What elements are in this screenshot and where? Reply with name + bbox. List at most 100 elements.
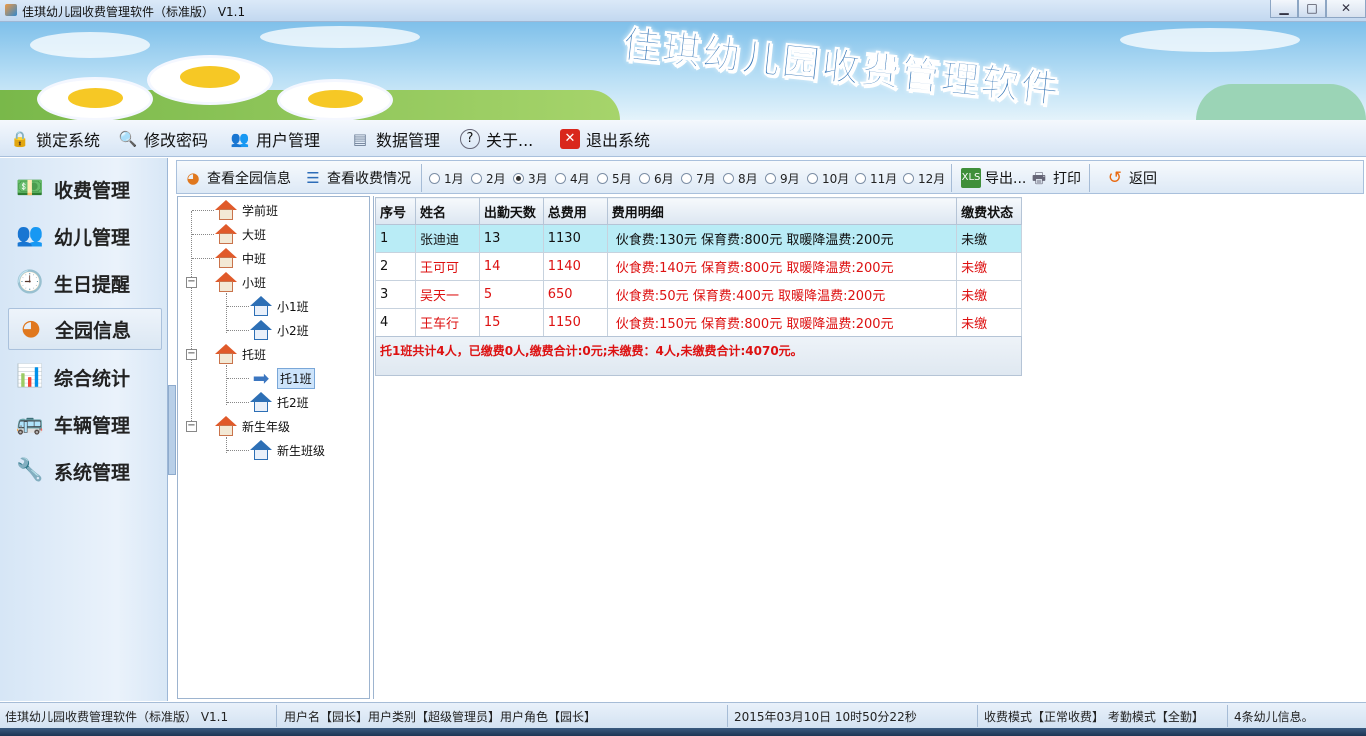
month-radio-6[interactable]: 6月	[639, 170, 674, 187]
tree-connector	[226, 293, 227, 333]
house-icon	[214, 271, 238, 293]
tree-node-middle[interactable]: 中班	[214, 247, 266, 269]
back-button[interactable]: ↺ 返回	[1105, 167, 1157, 189]
cloud	[30, 32, 150, 58]
tree-node-senior[interactable]: 大班	[214, 223, 266, 245]
tree-expander[interactable]: −	[186, 421, 197, 432]
tree-label: 小1班	[277, 299, 309, 314]
maximize-button[interactable]: □	[1298, 0, 1326, 18]
tree-expander[interactable]: −	[186, 349, 197, 360]
status-separator	[727, 705, 728, 727]
month-radio-4[interactable]: 4月	[555, 170, 590, 187]
month-radio-8[interactable]: 8月	[723, 170, 758, 187]
tree-node-junior-2[interactable]: 小2班	[249, 319, 309, 341]
cell-name: 王可可	[414, 252, 480, 281]
banner-title: 佳琪幼儿园收费管理软件	[620, 22, 1063, 112]
tree-node-nursery[interactable]: 托班	[214, 343, 266, 365]
nav-school-info[interactable]: ◕ 全园信息	[8, 308, 162, 350]
arrow-right-icon: ➡	[252, 366, 270, 390]
house-icon	[249, 439, 273, 461]
column-header[interactable]: 姓名	[414, 197, 480, 225]
tree-node-preschool[interactable]: 学前班	[214, 199, 278, 221]
print-button[interactable]: 🖶 打印	[1029, 167, 1081, 189]
column-header[interactable]: 出勤天数	[478, 197, 544, 225]
nav-child-management[interactable]: 👥 幼儿管理	[8, 215, 162, 257]
nav-fee-management[interactable]: 💵 收费管理	[8, 168, 162, 210]
tree-node-junior[interactable]: 小班	[214, 271, 266, 293]
panel-splitter[interactable]	[168, 385, 176, 475]
tree-label: 托班	[242, 347, 267, 362]
menu-exit[interactable]: ✕ 退出系统	[560, 126, 650, 152]
cell-detail: 伙食费:150元 保育费:800元 取暖降温费:200元	[606, 308, 958, 337]
status-separator	[276, 705, 277, 727]
table-row[interactable]: 4 王车行 15 1150 伙食费:150元 保育费:800元 取暖降温费:20…	[375, 308, 1022, 337]
tree-node-new-class[interactable]: 新生班级	[249, 439, 325, 461]
column-header[interactable]: 费用明细	[606, 197, 958, 225]
button-label: 返回	[1129, 171, 1157, 187]
button-label: 打印	[1053, 171, 1081, 187]
tree-node-new-grade[interactable]: 新生年级	[214, 415, 290, 437]
tree-expander[interactable]: −	[186, 277, 197, 288]
cell-no: 3	[375, 280, 416, 309]
list-icon: ☰	[306, 169, 320, 187]
month-radio-1[interactable]: 1月	[429, 170, 464, 187]
status-mode: 收费模式【正常收费】 考勤模式【全勤】	[984, 710, 1204, 724]
month-radio-2[interactable]: 2月	[471, 170, 506, 187]
column-header[interactable]: 总费用	[542, 197, 608, 225]
nav-vehicle-management[interactable]: 🚌 车辆管理	[8, 403, 162, 445]
column-header[interactable]: 缴费状态	[956, 197, 1022, 225]
table-row[interactable]: 1 张迪迪 13 1130 伙食费:130元 保育费:800元 取暖降温费:20…	[375, 224, 1022, 253]
month-radio-3[interactable]: 3月	[513, 170, 548, 187]
table-header-row: 序号 姓名 出勤天数 总费用 费用明细 缴费状态	[375, 197, 1022, 225]
tree-node-nursery-2[interactable]: 托2班	[249, 391, 309, 413]
minimize-button[interactable]: ▁	[1270, 0, 1298, 18]
tree-node-junior-1[interactable]: 小1班	[249, 295, 309, 317]
tree-connector	[226, 365, 227, 405]
view-all-info-button[interactable]: ◕ 查看全园信息	[183, 167, 291, 189]
radio-label: 4月	[570, 172, 590, 186]
menu-label: 关于...	[486, 131, 534, 150]
menu-change-password[interactable]: 🔍 修改密码	[118, 126, 208, 152]
menu-user-management[interactable]: 👥 用户管理	[230, 126, 320, 152]
radio-dot	[807, 173, 818, 184]
cell-name: 王车行	[414, 308, 480, 337]
export-button[interactable]: XLS 导出...	[961, 167, 1026, 189]
month-radio-12[interactable]: 12月	[903, 170, 945, 187]
table-row[interactable]: 2 王可可 14 1140 伙食费:140元 保育费:800元 取暖降温费:20…	[375, 252, 1022, 281]
content-toolbar: ◕ 查看全园信息 ☰ 查看收费情况 1月 2月 3月 4月 5月 6月 7月 8…	[176, 160, 1364, 194]
radio-dot	[639, 173, 650, 184]
month-radio-11[interactable]: 11月	[855, 170, 897, 187]
cell-days: 13	[478, 224, 544, 253]
cell-status: 未缴	[956, 308, 1022, 337]
nav-label: 车辆管理	[54, 414, 131, 437]
column-header[interactable]: 序号	[375, 197, 416, 225]
radio-label: 3月	[528, 172, 548, 186]
menu-lock-system[interactable]: 🔒 锁定系统	[10, 126, 100, 152]
menu-about[interactable]: ? 关于...	[460, 126, 533, 152]
month-radio-5[interactable]: 5月	[597, 170, 632, 187]
app-banner: 佳琪幼儿园收费管理软件	[0, 22, 1366, 120]
month-radio-7[interactable]: 7月	[681, 170, 716, 187]
radio-dot	[471, 173, 482, 184]
view-fees-button[interactable]: ☰ 查看收费情况	[303, 167, 411, 189]
month-radio-10[interactable]: 10月	[807, 170, 849, 187]
cell-days: 5	[478, 280, 544, 309]
status-count: 4条幼儿信息。	[1234, 710, 1314, 724]
cell-name: 吴天一	[414, 280, 480, 309]
return-arrow-icon: ↺	[1107, 168, 1123, 188]
cell-status: 未缴	[956, 280, 1022, 309]
menu-data-management[interactable]: ▤ 数据管理	[350, 126, 440, 152]
tree-connector	[191, 211, 192, 431]
tree-node-nursery-1[interactable]: ➡ 托1班	[249, 367, 315, 389]
month-radio-9[interactable]: 9月	[765, 170, 800, 187]
nav-statistics[interactable]: 📊 综合统计	[8, 356, 162, 398]
table-row[interactable]: 3 吴天一 5 650 伙食费:50元 保育费:400元 取暖降温费:200元 …	[375, 280, 1022, 309]
window-title: 佳琪幼儿园收费管理软件（标准版） V1.1	[22, 5, 246, 19]
printer-icon: 🖶	[1031, 169, 1047, 187]
nav-label: 生日提醒	[54, 273, 131, 296]
nav-label: 收费管理	[54, 179, 131, 202]
nav-system-management[interactable]: 🔧 系统管理	[8, 450, 162, 492]
button-label: 导出...	[985, 171, 1027, 187]
nav-birthday-reminder[interactable]: 🕘 生日提醒	[8, 262, 162, 304]
close-button[interactable]: ✕	[1326, 0, 1366, 18]
